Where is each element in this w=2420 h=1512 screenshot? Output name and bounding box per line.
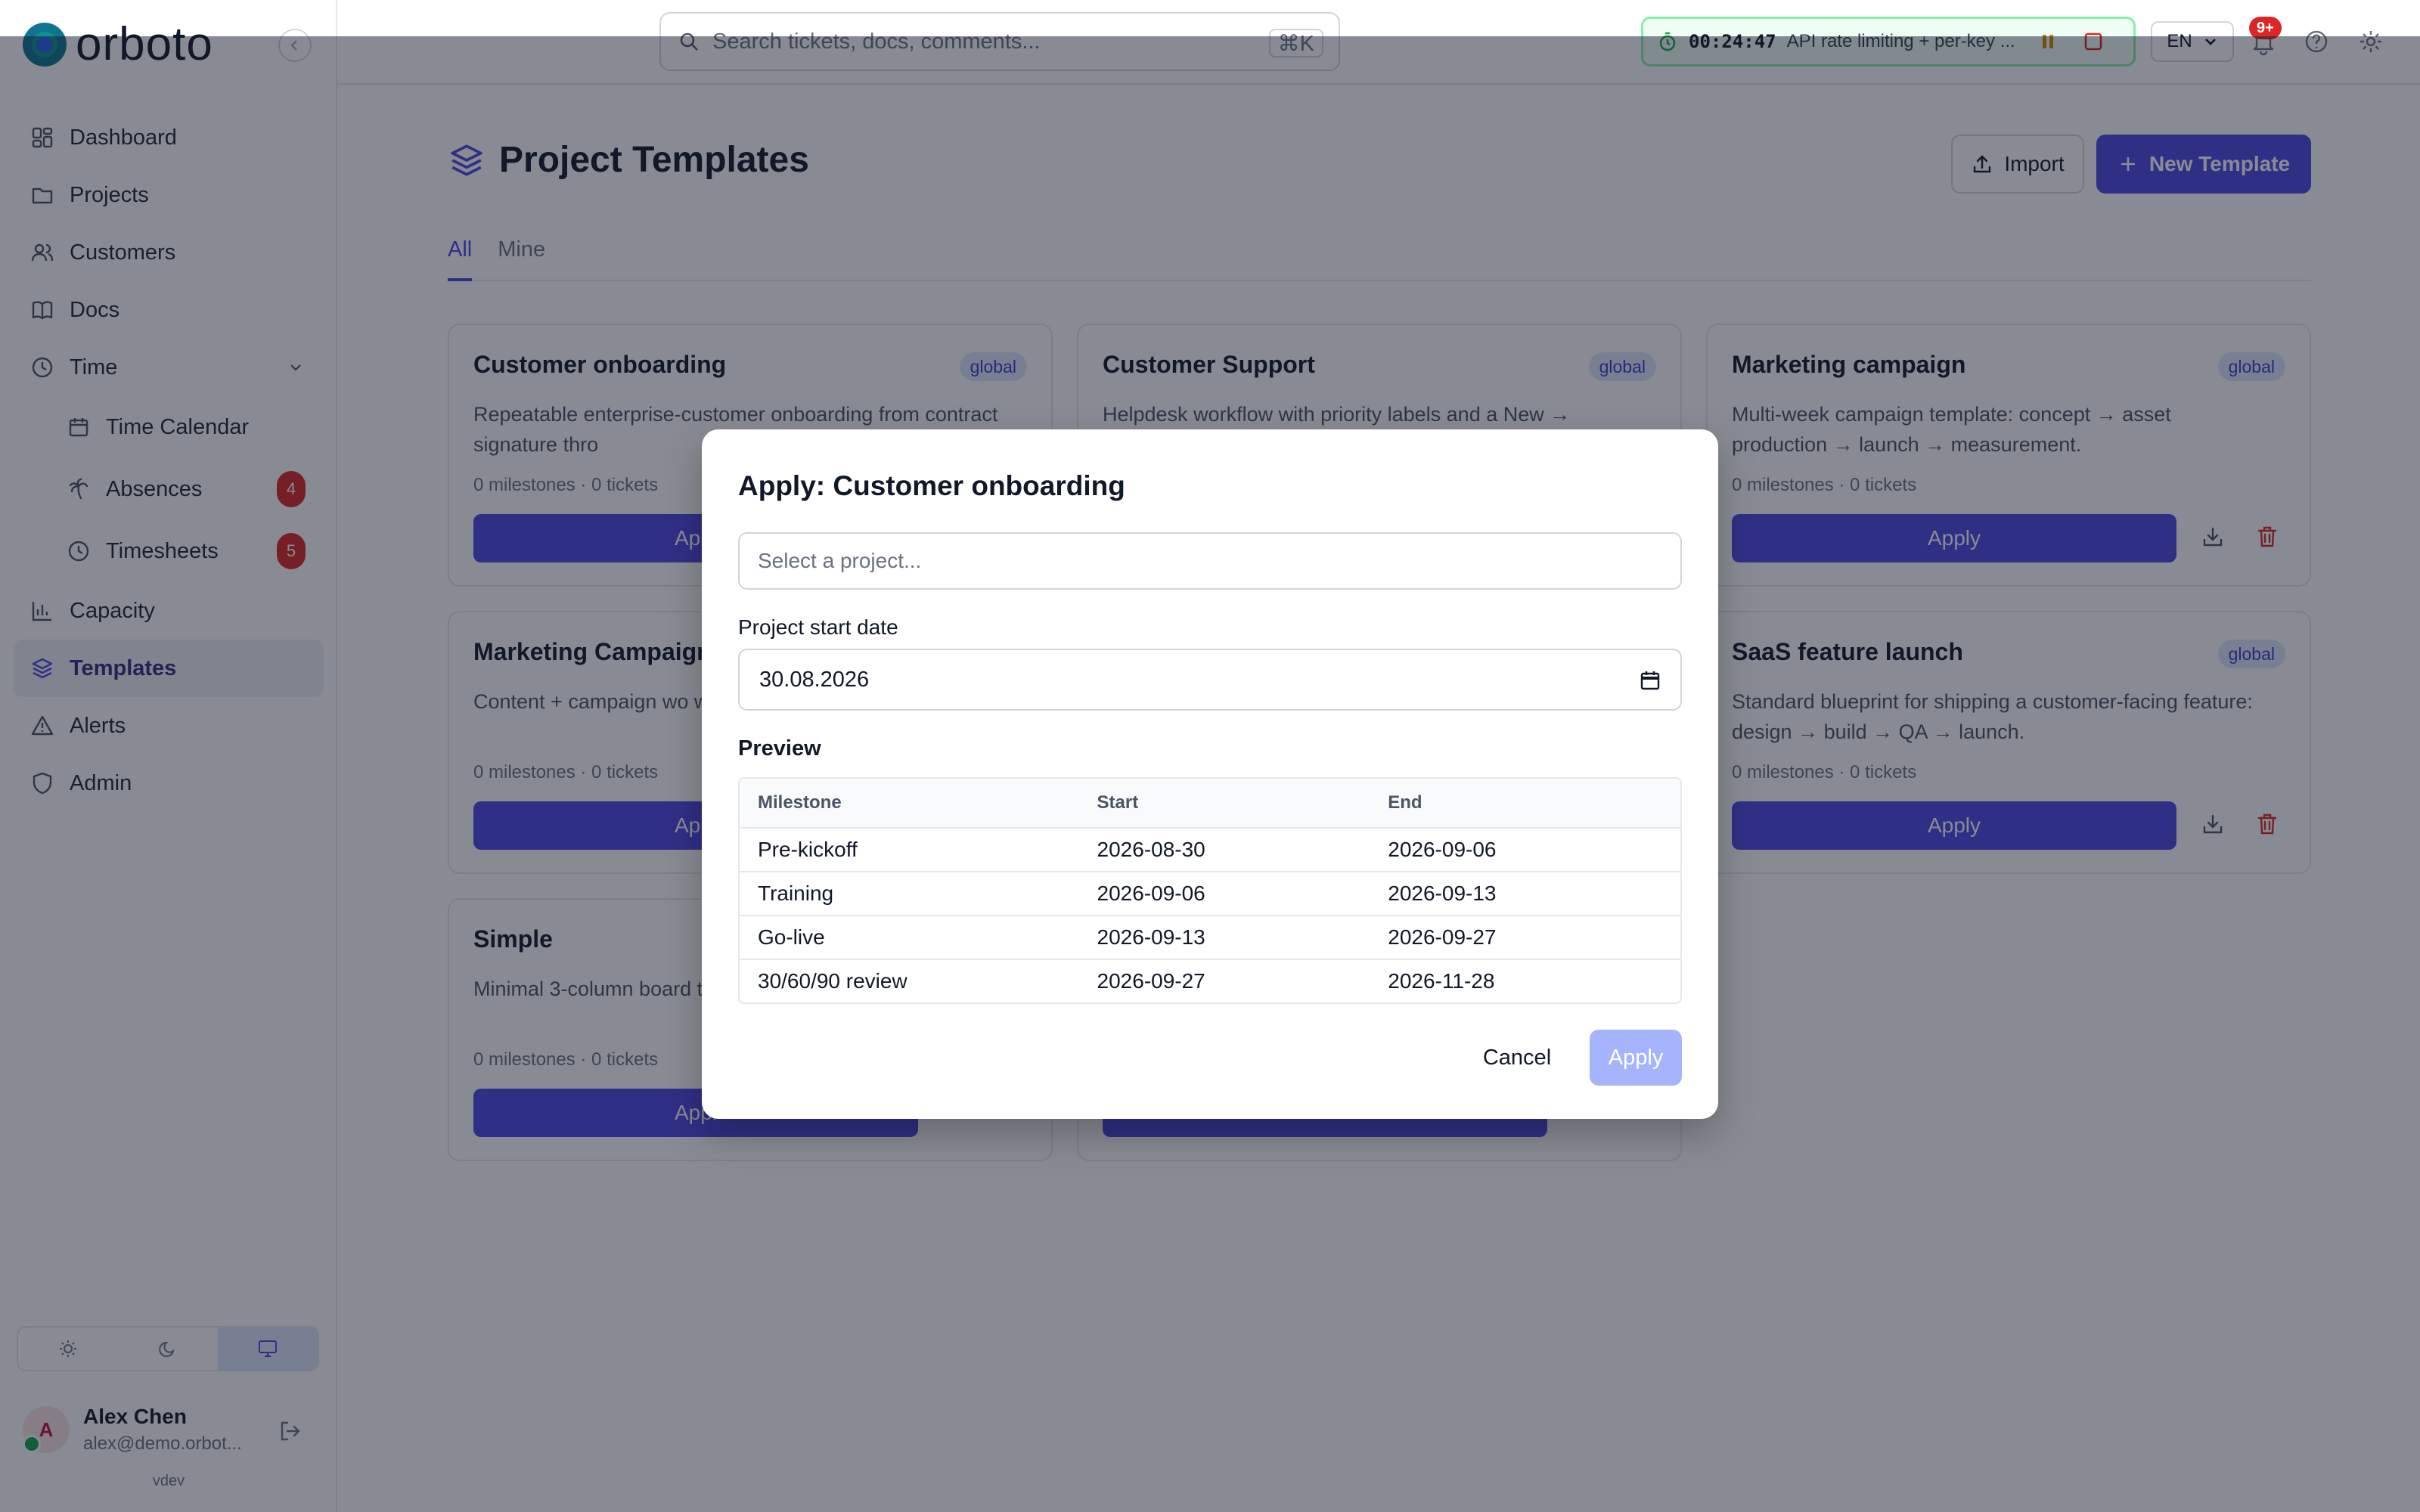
calendar-icon[interactable] — [1640, 670, 1661, 691]
cancel-button[interactable]: Cancel — [1470, 1030, 1564, 1086]
milestone-start: 2026-09-27 — [1097, 969, 1205, 993]
milestone-end: 2026-09-27 — [1388, 925, 1497, 949]
table-row: Training 2026-09-06 2026-09-13 — [740, 871, 1680, 915]
dialog-title: Apply: Customer onboarding — [738, 470, 1125, 501]
start-date-input[interactable]: 30.08.2026 — [738, 649, 1682, 711]
preview-label: Preview — [738, 736, 821, 761]
apply-template-dialog: Apply: Customer onboarding Select a proj… — [702, 429, 1718, 1119]
project-select-placeholder: Select a project... — [758, 549, 922, 572]
milestone-start: 2026-09-13 — [1097, 925, 1205, 949]
milestone-name: Pre-kickoff — [758, 838, 858, 861]
column-header-milestone: Milestone — [758, 792, 842, 813]
start-date-value: 30.08.2026 — [759, 667, 870, 692]
table-header: Milestone Start End — [740, 779, 1680, 827]
milestone-end: 2026-09-13 — [1388, 881, 1497, 905]
milestone-name: 30/60/90 review — [758, 969, 908, 993]
milestone-name: Training — [758, 881, 834, 905]
table-row: 30/60/90 review 2026-09-27 2026-11-28 — [740, 959, 1680, 1002]
project-select[interactable]: Select a project... — [738, 532, 1682, 590]
start-date-label: Project start date — [738, 615, 898, 639]
milestone-end: 2026-09-06 — [1388, 838, 1497, 861]
table-row: Pre-kickoff 2026-08-30 2026-09-06 — [740, 827, 1680, 871]
column-header-end: End — [1388, 792, 1423, 813]
milestone-start: 2026-08-30 — [1097, 838, 1205, 861]
milestone-start: 2026-09-06 — [1097, 881, 1205, 905]
milestone-end: 2026-11-28 — [1388, 969, 1495, 993]
column-header-start: Start — [1097, 792, 1139, 813]
table-row: Go-live 2026-09-13 2026-09-27 — [740, 915, 1680, 959]
milestone-name: Go-live — [758, 925, 825, 949]
milestone-preview-table: Milestone Start End Pre-kickoff 2026-08-… — [738, 777, 1682, 1004]
apply-button[interactable]: Apply — [1590, 1030, 1682, 1086]
